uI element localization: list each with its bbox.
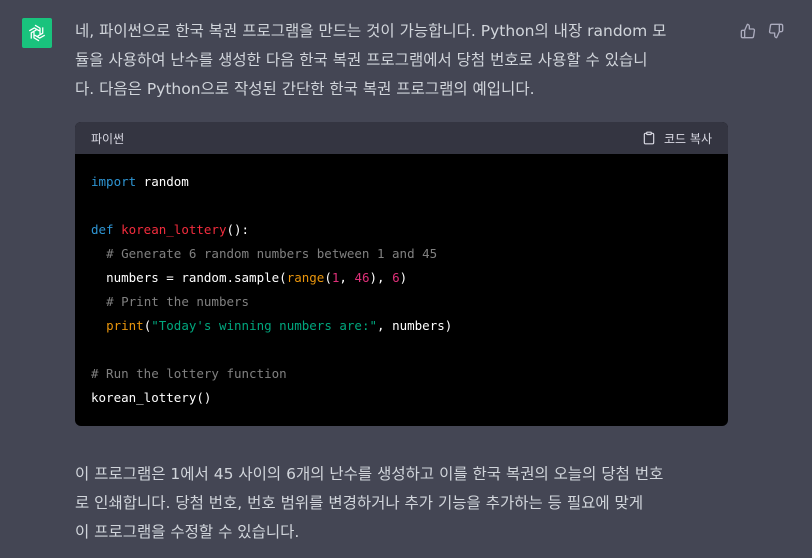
code-token: , numbers) [377,318,453,333]
code-token: ( [324,270,332,285]
assistant-message-outro: 이 프로그램은 1에서 45 사이의 6개의 난수를 생성하고 이를 한국 복권… [75,465,664,541]
code-token: "Today's winning numbers are:" [151,318,378,333]
code-line: import random [91,170,712,194]
code-token: , [339,270,355,285]
thumbs-up-button[interactable] [739,22,757,40]
code-line: # Run the lottery function [91,362,712,386]
code-token: # Run the lottery function [91,366,287,381]
code-content: import random def korean_lottery(): # Gen… [75,154,728,410]
clipboard-icon [643,131,655,145]
copy-code-button[interactable]: 코드 복사 [642,130,712,147]
thumbs-up-icon [740,23,756,39]
code-language-label: 파이썬 [91,131,125,146]
assistant-avatar [22,18,52,48]
code-token: print [106,318,144,333]
thumbs-down-icon [768,23,784,39]
code-token: korean_lottery() [91,390,212,405]
code-token: korean_lottery [121,222,227,237]
code-token: range [286,270,325,285]
code-line: # Generate 6 random numbers between 1 an… [91,242,712,266]
code-block: 파이썬 코드 복사 import random def korean_lotter… [75,122,728,426]
code-line: korean_lottery() [91,386,712,410]
code-line: # Print the numbers [91,290,712,314]
code-token: ) [399,270,408,285]
code-token: 6 [392,270,400,285]
assistant-message-intro: 네, 파이썬으로 한국 복권 프로그램을 만드는 것이 가능합니다. Pytho… [75,22,667,98]
code-token: 46 [354,270,370,285]
code-token: import [91,174,137,189]
openai-logo-icon [28,24,46,42]
code-block-header: 파이썬 코드 복사 [75,122,728,154]
copy-code-label: 코드 복사 [664,131,712,146]
thumbs-down-button[interactable] [767,22,785,40]
feedback-buttons [739,22,785,40]
code-line: def korean_lottery(): [91,218,712,242]
code-token: random [136,174,189,189]
code-token: # Generate 6 random numbers between 1 an… [106,246,438,261]
code-token: ), [369,270,393,285]
code-line: numbers = random.sample(range(1, 46), 6) [91,266,712,290]
code-token: (): [226,222,250,237]
code-token: def [91,222,114,237]
code-token: numbers = random.sample( [106,270,287,285]
code-line: print("Today's winning numbers are:", nu… [91,314,712,338]
code-token: # Print the numbers [106,294,250,309]
